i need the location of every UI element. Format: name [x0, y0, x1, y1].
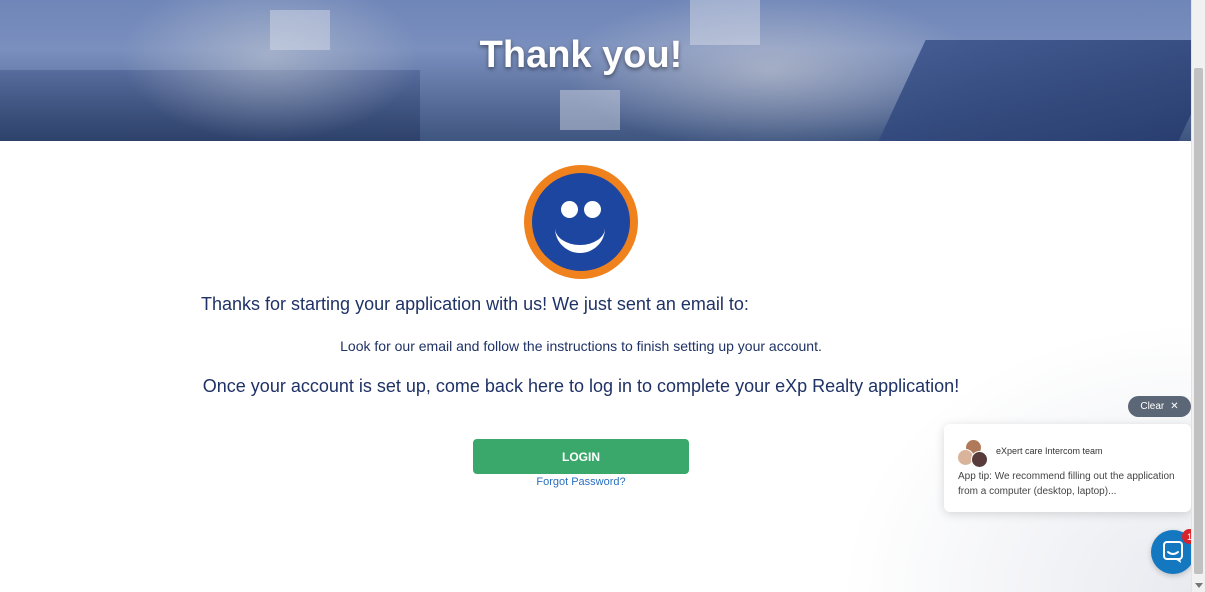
- forgot-password-label[interactable]: Forgot Password?: [536, 476, 625, 488]
- email-sent-message: Thanks for starting your application wit…: [201, 294, 749, 314]
- smiley-face-icon: [524, 165, 638, 279]
- scroll-down-arrow-icon[interactable]: [1195, 583, 1203, 588]
- hero-background-window: [560, 90, 620, 130]
- avatar: [971, 451, 988, 468]
- intercom-message-card[interactable]: eXpert care Intercom team App tip: We re…: [944, 424, 1191, 512]
- intercom-team-name: eXpert care Intercom team: [996, 446, 1103, 456]
- clear-label: Clear: [1140, 401, 1165, 412]
- team-avatars: [957, 439, 988, 468]
- scrollbar[interactable]: [1191, 0, 1205, 592]
- hero-banner: Thank you!: [0, 0, 1192, 141]
- login-prompt-message: Once your account is set up, come back h…: [202, 376, 960, 396]
- login-button[interactable]: LOGIN: [473, 439, 689, 474]
- smiley-mouth: [555, 207, 605, 253]
- instructions-message: Look for our email and follow the instru…: [340, 338, 822, 354]
- scrollbar-thumb[interactable]: [1194, 68, 1203, 574]
- page-title: Thank you!: [479, 34, 683, 76]
- close-icon: ✕: [1170, 401, 1179, 412]
- clear-notifications-button[interactable]: Clear ✕: [1128, 396, 1191, 417]
- intercom-tip-message: App tip: We recommend filling out the ap…: [958, 471, 1175, 497]
